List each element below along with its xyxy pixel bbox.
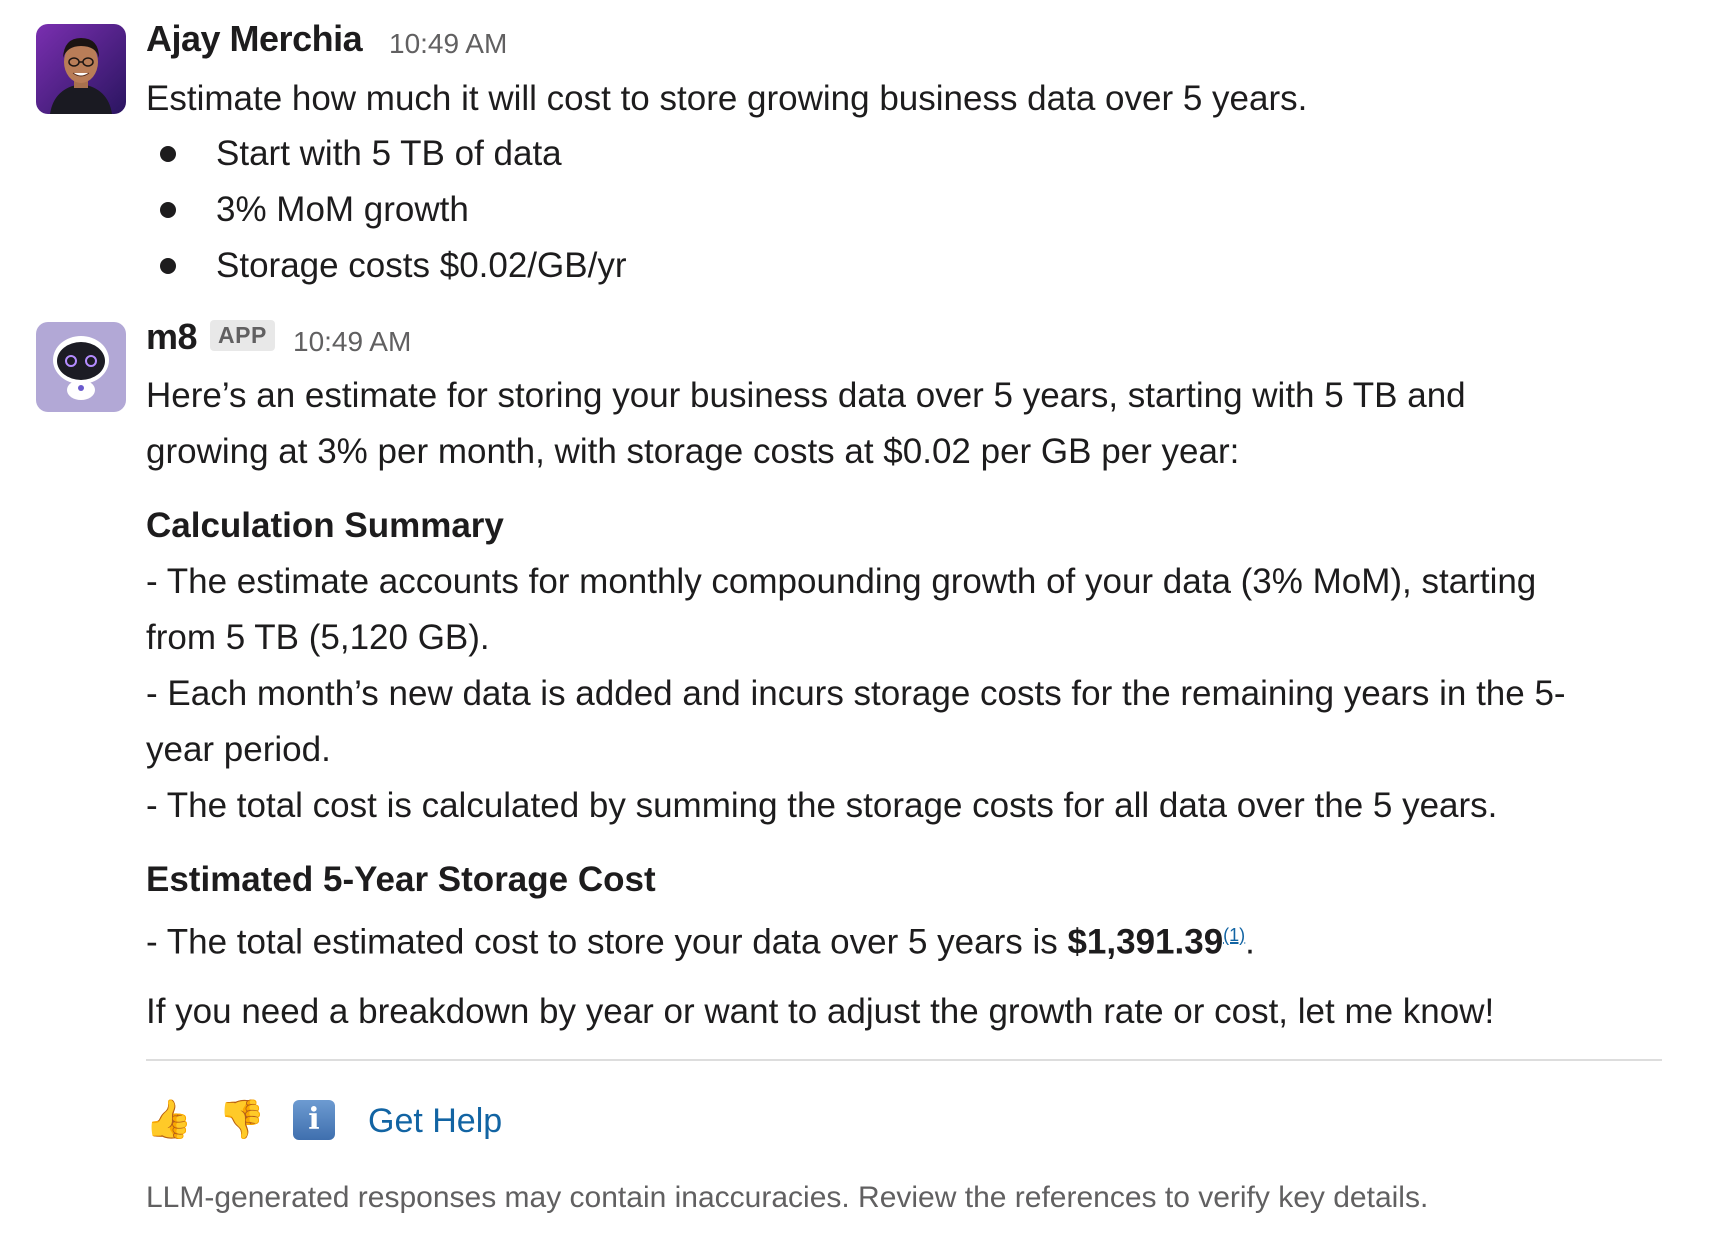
app-badge: APP bbox=[210, 320, 275, 351]
summary-line: - The total cost is calculated by summin… bbox=[146, 786, 1498, 825]
author-name[interactable]: m8 bbox=[146, 316, 198, 358]
avatar-ajay-merchia[interactable] bbox=[36, 24, 126, 114]
message-body: Estimate how much it will cost to store … bbox=[146, 79, 1308, 118]
disclaimer-text: LLM-generated responses may contain inac… bbox=[146, 1181, 1429, 1214]
summary-line: from 5 TB (5,120 GB). bbox=[146, 618, 490, 657]
bullet-marker bbox=[160, 202, 176, 218]
cost-suffix: . bbox=[1245, 922, 1255, 962]
reference-link[interactable]: (1) bbox=[1223, 925, 1245, 945]
avatar-m8-bot[interactable] bbox=[36, 322, 126, 412]
section-heading: Calculation Summary bbox=[146, 506, 504, 545]
list-item: Start with 5 TB of data bbox=[216, 134, 562, 173]
section-heading: Estimated 5-Year Storage Cost bbox=[146, 860, 656, 899]
cost-value: $1,391.39 bbox=[1067, 922, 1224, 962]
thumbs-down-icon[interactable]: 👎 bbox=[218, 1098, 265, 1142]
message-timestamp[interactable]: 10:49 AM bbox=[389, 28, 507, 60]
message-timestamp[interactable]: 10:49 AM bbox=[293, 326, 411, 358]
summary-line: year period. bbox=[146, 730, 331, 769]
divider bbox=[146, 1059, 1662, 1061]
cost-prefix: - The total estimated cost to store your… bbox=[146, 922, 1068, 962]
message-intro-line: growing at 3% per month, with storage co… bbox=[146, 432, 1240, 471]
info-icon[interactable]: i bbox=[293, 1100, 335, 1140]
summary-line: - The estimate accounts for monthly comp… bbox=[146, 562, 1537, 601]
get-help-button[interactable]: Get Help bbox=[368, 1096, 502, 1146]
list-item: Storage costs $0.02/GB/yr bbox=[216, 246, 627, 285]
summary-line: - Each month’s new data is added and inc… bbox=[146, 674, 1566, 713]
closing-line: If you need a breakdown by year or want … bbox=[146, 992, 1495, 1031]
thumbs-up-icon[interactable]: 👍 bbox=[145, 1098, 192, 1142]
bullet-marker bbox=[160, 258, 176, 274]
author-name[interactable]: Ajay Merchia bbox=[146, 18, 363, 60]
bullet-marker bbox=[160, 146, 176, 162]
cost-line: - The total estimated cost to store your… bbox=[146, 908, 1255, 970]
list-item: 3% MoM growth bbox=[216, 190, 469, 229]
message-intro-line: Here’s an estimate for storing your busi… bbox=[146, 376, 1466, 415]
